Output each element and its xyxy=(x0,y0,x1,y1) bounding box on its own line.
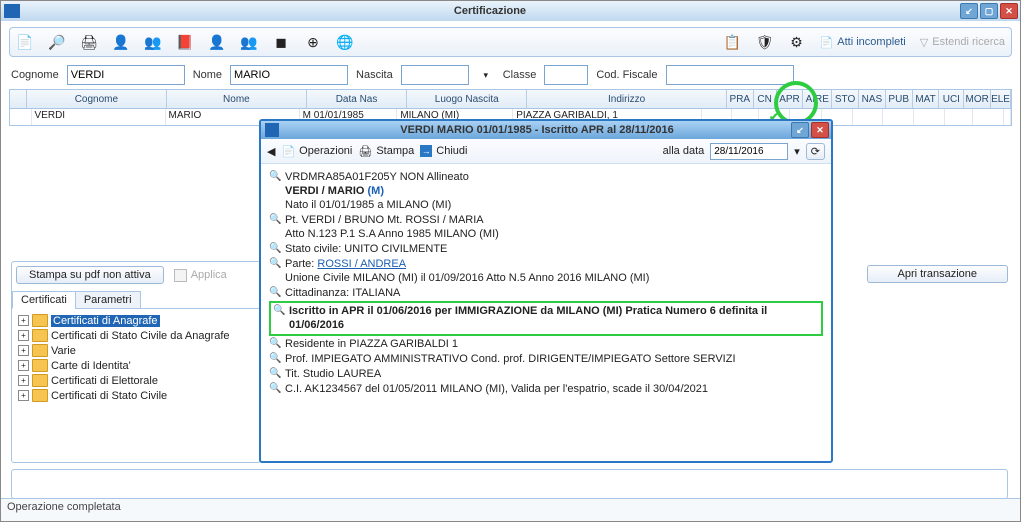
left-panel: Stampa su pdf non attiva Applica Certifi… xyxy=(11,261,261,463)
input-codfisc[interactable] xyxy=(666,65,794,85)
status-bar: Operazione completata xyxy=(1,498,1020,521)
stampa-pdf-button[interactable]: Stampa su pdf non attiva xyxy=(16,266,164,284)
operazioni-button[interactable]: 📄Operazioni xyxy=(281,145,352,158)
tree-item[interactable]: +Certificati di Elettorale xyxy=(18,373,254,388)
globe-icon[interactable]: 🌐 xyxy=(336,33,354,51)
magnifier-icon[interactable]: 🔍 xyxy=(269,352,281,366)
modal-app-icon xyxy=(265,123,279,137)
tab-certificati[interactable]: Certificati xyxy=(12,291,76,309)
app-icon xyxy=(4,4,20,18)
magnifier-icon[interactable]: 🔍 xyxy=(269,242,281,256)
tree-item[interactable]: +Carte di Identita' xyxy=(18,358,254,373)
chiudi-button[interactable]: →Chiudi xyxy=(420,145,467,157)
magnifier-icon[interactable]: 🔍 xyxy=(269,170,281,184)
right-button-area: Apri transazione xyxy=(867,265,1009,283)
back-icon[interactable]: ◀ xyxy=(267,145,275,158)
label-nome: Nome xyxy=(193,69,222,81)
red-doc-icon[interactable]: 📕 xyxy=(176,33,194,51)
magnifier-icon[interactable]: 🔍 xyxy=(269,382,281,396)
atti-incompleti-button[interactable]: 📄Atti incompleti xyxy=(820,36,906,49)
label-classe: Classe xyxy=(503,69,537,81)
input-nascita[interactable] xyxy=(401,65,469,85)
maximize-icon[interactable]: ▢ xyxy=(980,3,998,19)
gear-icon[interactable]: ⚙ xyxy=(788,33,806,51)
tree-item[interactable]: +Certificati di Anagrafe xyxy=(18,313,254,328)
magnifier-icon[interactable]: 🔍 xyxy=(269,257,281,271)
bottom-panel xyxy=(11,469,1008,499)
blue-square-icon[interactable]: ◼ xyxy=(272,33,290,51)
magnifier-icon[interactable]: 🔍 xyxy=(269,337,281,351)
tree-item[interactable]: +Certificati di Stato Civile da Anagrafe xyxy=(18,328,254,343)
highlight-box: 🔍Iscritto in APR il 01/06/2016 per IMMIG… xyxy=(269,301,823,336)
label-cognome: Cognome xyxy=(11,69,59,81)
parte-link[interactable]: ROSSI / ANDREA xyxy=(317,258,406,270)
label-nascita: Nascita xyxy=(356,69,393,81)
detail-modal: VERDI MARIO 01/01/1985 - Iscritto APR al… xyxy=(259,119,833,463)
estendi-ricerca-button[interactable]: ▽Estendi ricerca xyxy=(920,36,1005,49)
user-4-icon[interactable]: 👥 xyxy=(240,33,258,51)
date-picker-icon[interactable]: ▾ xyxy=(794,145,800,158)
stampa-button[interactable]: 🖨Stampa xyxy=(358,145,414,158)
new-doc-icon[interactable]: 📄 xyxy=(16,33,34,51)
user-3-icon[interactable]: 👤 xyxy=(208,33,226,51)
date-dropdown-icon[interactable]: ▾ xyxy=(477,66,495,84)
modal-title: VERDI MARIO 01/01/1985 - Iscritto APR al… xyxy=(283,124,791,136)
user-2-icon[interactable]: 👥 xyxy=(144,33,162,51)
plus-icon[interactable]: ⊕ xyxy=(304,33,322,51)
tree: +Certificati di Anagrafe +Certificati di… xyxy=(12,309,260,407)
print-icon[interactable]: 🖨 xyxy=(80,33,98,51)
modal-toolbar: ◀ 📄Operazioni 🖨Stampa →Chiudi alla data … xyxy=(261,139,831,164)
grid-header: Cognome Nome Data Nas Luogo Nascita Indi… xyxy=(9,89,1012,109)
applica-checkbox[interactable]: Applica xyxy=(174,269,227,282)
input-nome[interactable] xyxy=(230,65,348,85)
input-classe[interactable] xyxy=(544,65,588,85)
magnifier-icon[interactable]: 🔍 xyxy=(269,286,281,300)
close-icon[interactable]: ✕ xyxy=(1000,3,1018,19)
minimize-icon[interactable]: ↙ xyxy=(960,3,978,19)
main-toolbar: 📄 🔎 🖨 👤 👥 📕 👤 👥 ◼ ⊕ 🌐 📋 🛡 ⚙ 📄Atti incomp… xyxy=(9,27,1012,57)
input-cognome[interactable] xyxy=(67,65,185,85)
label-codfisc: Cod. Fiscale xyxy=(596,69,657,81)
modal-minimize-icon[interactable]: ↙ xyxy=(791,122,809,138)
window-titlebar: Certificazione ↙ ▢ ✕ xyxy=(1,1,1020,21)
sheet-icon[interactable]: 📋 xyxy=(724,33,742,51)
filter-row: Cognome Nome Nascita ▾ Classe Cod. Fisca… xyxy=(11,65,1010,85)
modal-close-icon[interactable]: ✕ xyxy=(811,122,829,138)
user-1-icon[interactable]: 👤 xyxy=(112,33,130,51)
alla-data-label: alla data xyxy=(663,145,705,157)
magnifier-icon[interactable]: 🔍 xyxy=(269,367,281,381)
binoculars-icon[interactable]: 🔎 xyxy=(48,33,66,51)
magnifier-icon[interactable]: 🔍 xyxy=(273,304,285,318)
tree-item[interactable]: +Certificati di Stato Civile xyxy=(18,388,254,403)
refresh-icon[interactable]: ⟳ xyxy=(806,143,825,160)
tab-parametri[interactable]: Parametri xyxy=(75,291,141,309)
tree-item[interactable]: +Varie xyxy=(18,343,254,358)
apri-transazione-button[interactable]: Apri transazione xyxy=(867,265,1009,283)
shield-icon[interactable]: 🛡 xyxy=(756,33,774,51)
window-title: Certificazione xyxy=(20,5,960,17)
alla-data-input[interactable] xyxy=(710,143,788,160)
detail-body: 🔍VRDMRA85A01F205Y NON AllineatoVERDI / M… xyxy=(261,164,831,403)
magnifier-icon[interactable]: 🔍 xyxy=(269,213,281,227)
